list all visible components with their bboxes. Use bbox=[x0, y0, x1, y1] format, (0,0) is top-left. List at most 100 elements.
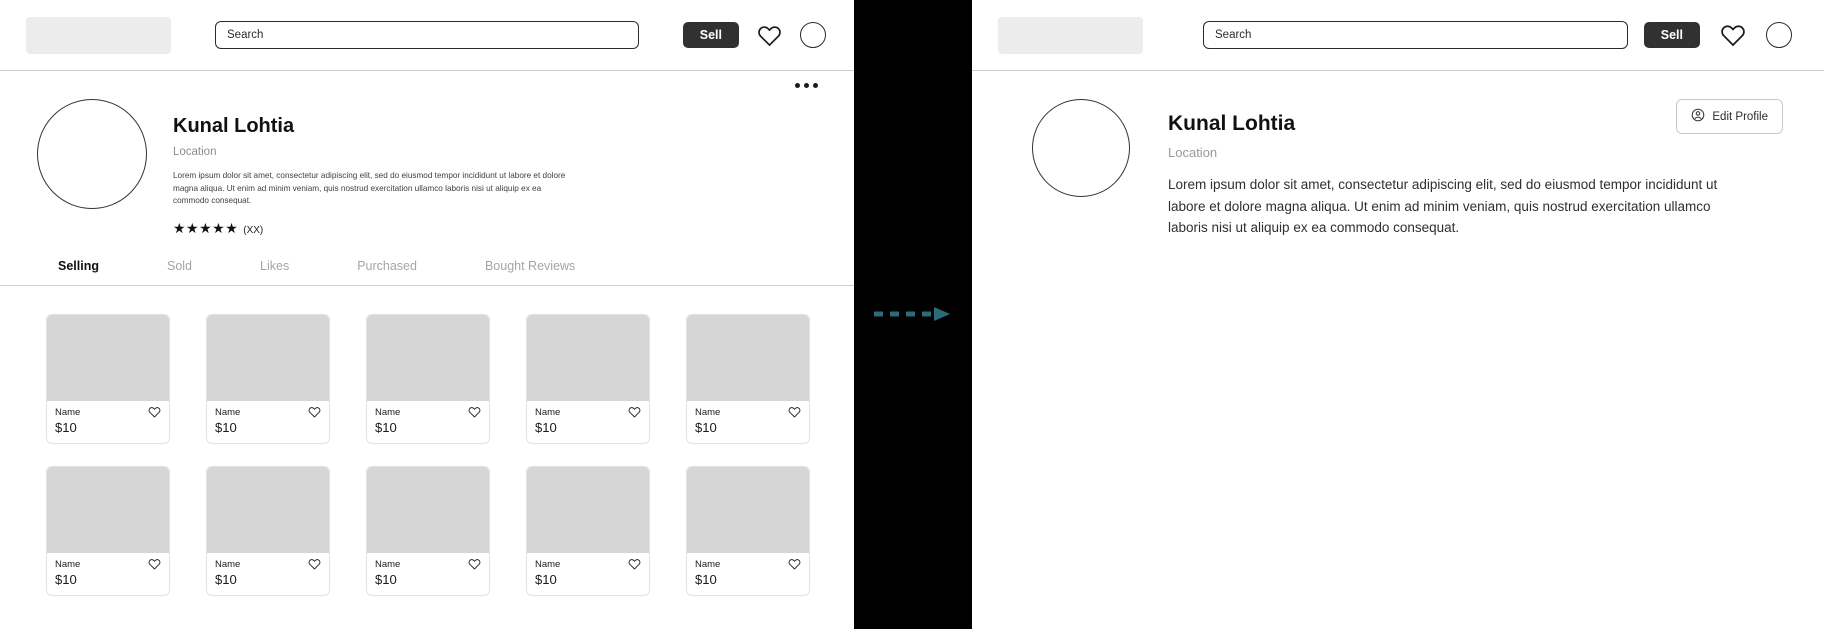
product-name: Name bbox=[55, 559, 81, 571]
left-profile-header: Kunal Lohtia Location Lorem ipsum dolor … bbox=[0, 71, 854, 237]
rating-count: (XX) bbox=[243, 225, 264, 237]
profile-location: Location bbox=[173, 146, 217, 158]
right-top-navigation-bar: Search Sell bbox=[972, 0, 1824, 71]
sell-button[interactable]: Sell bbox=[1643, 21, 1700, 49]
search-input[interactable]: Search bbox=[1203, 21, 1628, 49]
product-card-body: Name $10 bbox=[207, 401, 329, 443]
rating-stars: ★★★★★ bbox=[173, 220, 239, 237]
product-image-placeholder bbox=[367, 315, 489, 402]
more-options-icon[interactable] bbox=[795, 83, 818, 88]
dashed-arrow-right-icon bbox=[872, 305, 954, 323]
heart-icon[interactable] bbox=[308, 557, 321, 575]
product-card[interactable]: Name $10 bbox=[686, 466, 810, 597]
profile-bio: Lorem ipsum dolor sit amet, consectetur … bbox=[173, 171, 566, 206]
product-card[interactable]: Name $10 bbox=[46, 466, 170, 597]
product-name: Name bbox=[695, 559, 721, 571]
product-name: Name bbox=[215, 407, 241, 419]
heart-icon[interactable] bbox=[148, 557, 161, 575]
product-card[interactable]: Name $10 bbox=[46, 314, 170, 445]
wireframe-comparison-canvas: Search Sell Kunal Lohtia Location Lorem … bbox=[0, 0, 1824, 629]
left-top-navigation-bar: Search Sell bbox=[0, 0, 854, 71]
avatar-circle-icon[interactable] bbox=[1766, 22, 1792, 48]
product-name: Name bbox=[535, 407, 561, 419]
product-image-placeholder bbox=[527, 467, 649, 554]
profile-rating: ★★★★★ (XX) bbox=[173, 220, 573, 237]
product-card[interactable]: Name $10 bbox=[686, 314, 810, 445]
profile-avatar[interactable] bbox=[37, 99, 147, 209]
tab-bought-reviews[interactable]: Bought Reviews bbox=[485, 259, 575, 273]
profile-bio: Lorem ipsum dolor sit amet, consectetur … bbox=[1168, 177, 1718, 236]
product-card-body: Name $10 bbox=[367, 401, 489, 443]
product-price: $10 bbox=[375, 420, 397, 436]
product-image-placeholder bbox=[207, 467, 329, 554]
left-product-grid: Name $10 Name $10 Name $10 Name $10 Name $10 Name $… bbox=[0, 286, 854, 597]
heart-icon[interactable] bbox=[308, 405, 321, 423]
product-card[interactable]: Name $10 bbox=[366, 314, 490, 445]
heart-icon[interactable] bbox=[788, 405, 801, 423]
product-card[interactable]: Name $10 bbox=[366, 466, 490, 597]
heart-icon[interactable] bbox=[628, 405, 641, 423]
product-card-body: Name $10 bbox=[687, 401, 809, 443]
product-card-body: Name $10 bbox=[527, 553, 649, 595]
logo-placeholder[interactable] bbox=[26, 16, 171, 54]
heart-icon[interactable] bbox=[1720, 23, 1746, 47]
heart-icon[interactable] bbox=[468, 405, 481, 423]
product-image-placeholder bbox=[687, 467, 809, 554]
profile-name: Kunal Lohtia bbox=[1168, 112, 1296, 135]
right-product-grid: Product Name$15Product Name$15Product Na… bbox=[972, 297, 1824, 481]
product-card[interactable]: Name $10 bbox=[206, 466, 330, 597]
product-card-body: Name $10 bbox=[367, 553, 489, 595]
avatar-circle-icon[interactable] bbox=[800, 22, 826, 48]
product-name: Name bbox=[55, 407, 81, 419]
product-name: Name bbox=[375, 559, 401, 571]
product-card[interactable]: Name $10 bbox=[526, 314, 650, 445]
search-placeholder-text: Search bbox=[1215, 29, 1252, 41]
product-price: $10 bbox=[215, 572, 237, 588]
profile-location: Location bbox=[1168, 145, 1218, 160]
product-card-body: Name $10 bbox=[47, 401, 169, 443]
product-name: Name bbox=[215, 559, 241, 571]
right-wireframe-panel: Search Sell Kunal Lohtia Location Lorem … bbox=[972, 0, 1824, 629]
profile-name: Kunal Lohtia bbox=[173, 115, 295, 137]
tab-purchased[interactable]: Purchased bbox=[357, 259, 417, 273]
product-price: $10 bbox=[215, 420, 237, 436]
heart-icon[interactable] bbox=[757, 24, 782, 47]
product-card[interactable]: Name $10 bbox=[526, 466, 650, 597]
product-card[interactable]: Name $10 bbox=[206, 314, 330, 445]
product-price: $10 bbox=[695, 420, 717, 436]
edit-profile-label: Edit Profile bbox=[1712, 110, 1768, 123]
product-card-body: Name $10 bbox=[47, 553, 169, 595]
heart-icon[interactable] bbox=[628, 557, 641, 575]
heart-icon[interactable] bbox=[468, 557, 481, 575]
right-profile-header: Kunal Lohtia Location Lorem ipsum dolor … bbox=[972, 71, 1824, 239]
dot bbox=[813, 83, 818, 88]
user-circle-icon bbox=[1691, 108, 1705, 125]
profile-avatar[interactable] bbox=[1032, 99, 1130, 197]
dot bbox=[804, 83, 809, 88]
search-input[interactable]: Search bbox=[215, 21, 639, 49]
tab-sold[interactable]: Sold bbox=[167, 259, 192, 273]
product-image-placeholder bbox=[47, 315, 169, 402]
dot bbox=[795, 83, 800, 88]
product-price: $10 bbox=[695, 572, 717, 588]
left-profile-info: Kunal Lohtia Location Lorem ipsum dolor … bbox=[173, 95, 573, 237]
sell-button[interactable]: Sell bbox=[682, 21, 739, 49]
product-card-body: Name $10 bbox=[527, 401, 649, 443]
tab-selling[interactable]: Selling bbox=[58, 259, 99, 273]
heart-icon[interactable] bbox=[148, 405, 161, 423]
product-name: Name bbox=[375, 407, 401, 419]
heart-icon[interactable] bbox=[788, 557, 801, 575]
product-image-placeholder bbox=[527, 315, 649, 402]
logo-placeholder[interactable] bbox=[998, 16, 1143, 54]
right-nav-actions: Sell bbox=[1643, 21, 1792, 49]
product-price: $10 bbox=[535, 420, 557, 436]
product-image-placeholder bbox=[687, 315, 809, 402]
product-card-body: Name $10 bbox=[687, 553, 809, 595]
product-name: Name bbox=[535, 559, 561, 571]
search-placeholder-text: Search bbox=[227, 29, 264, 41]
tab-likes[interactable]: Likes bbox=[260, 259, 289, 273]
edit-profile-button[interactable]: Edit Profile bbox=[1676, 99, 1783, 134]
product-price: $10 bbox=[55, 572, 77, 588]
right-profile-info: Kunal Lohtia Location Lorem ipsum dolor … bbox=[1168, 95, 1743, 239]
left-profile-tabs: Selling Sold Likes Purchased Bought Reviews bbox=[0, 259, 854, 287]
